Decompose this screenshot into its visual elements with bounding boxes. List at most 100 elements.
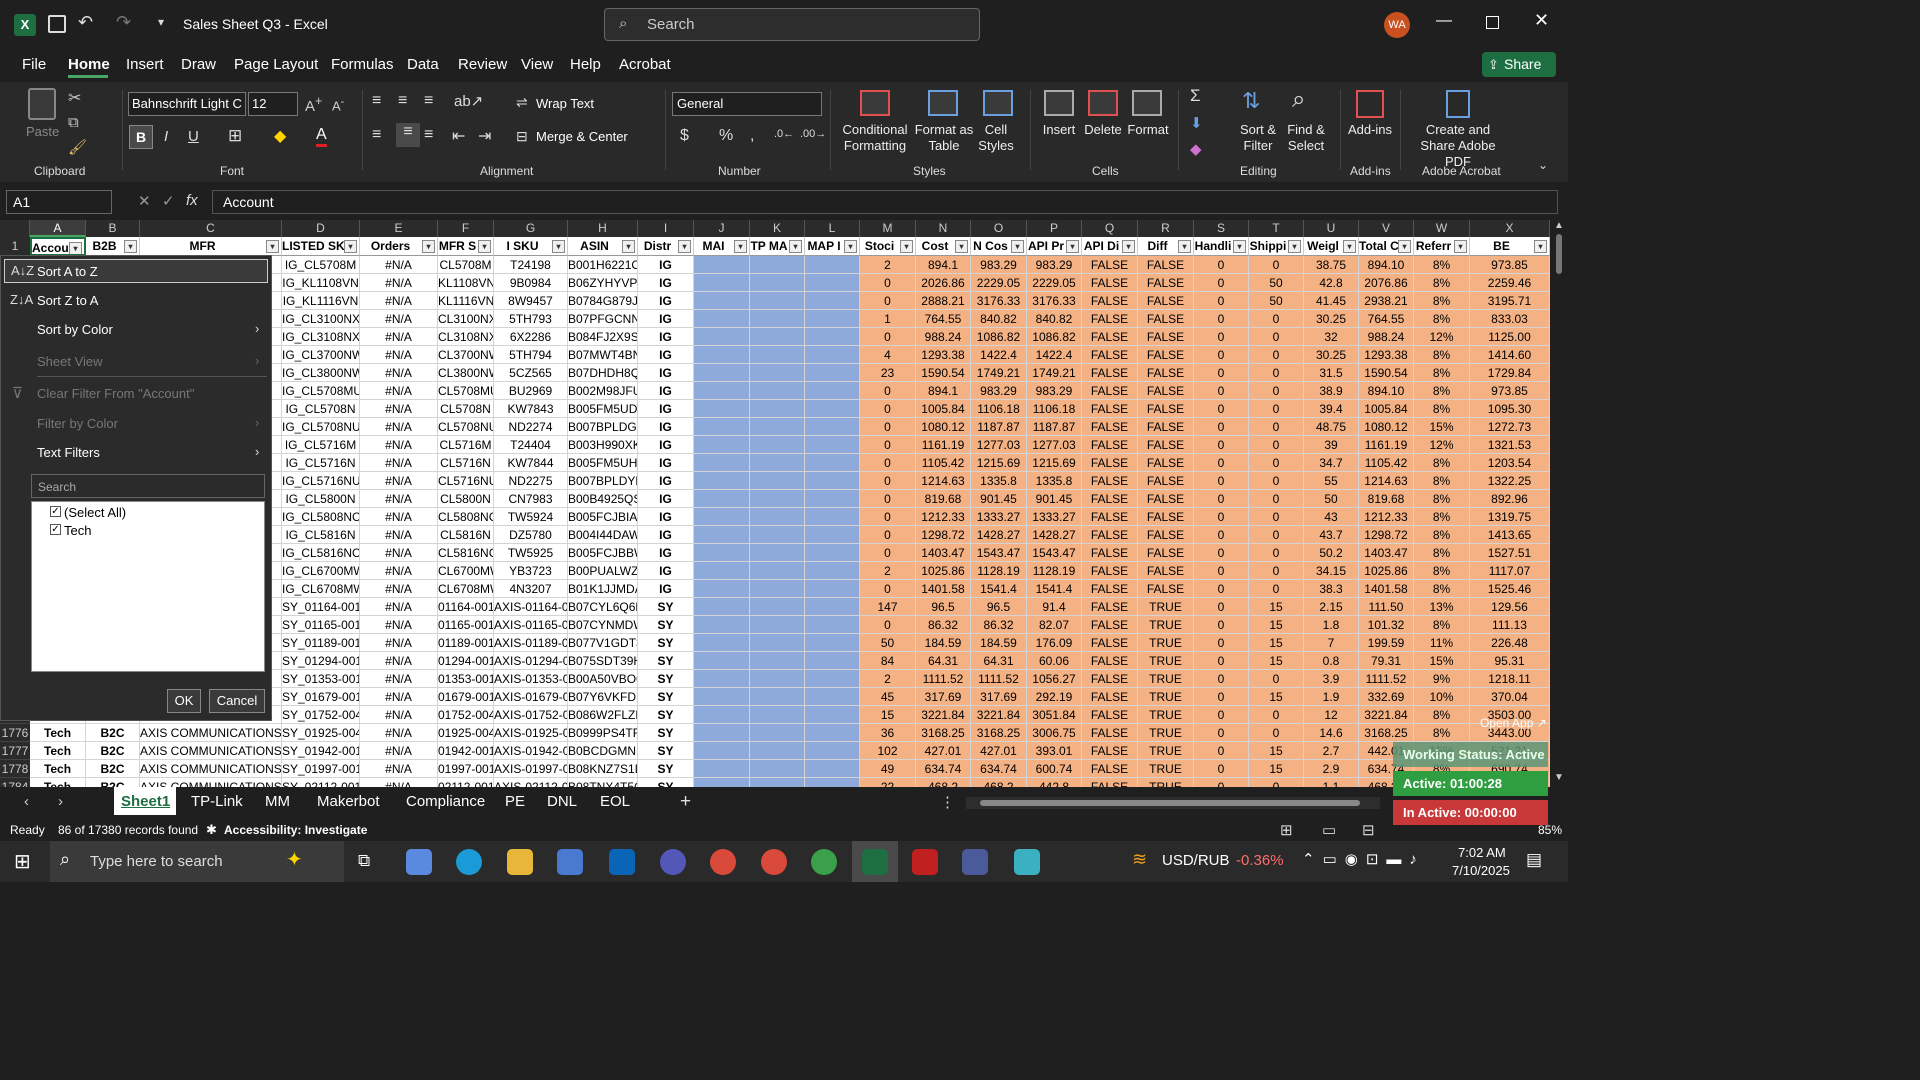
filter-dropdown-icon[interactable]: ▾ [1288,240,1301,253]
table-cell[interactable]: B005FCJBIA [568,508,638,526]
table-cell[interactable]: 39.4 [1304,400,1359,418]
table-cell[interactable]: FALSE [1082,508,1138,526]
table-cell[interactable]: 0 [860,274,916,292]
table-cell[interactable]: 0 [1249,526,1304,544]
select-all-corner[interactable] [0,220,30,237]
table-cell[interactable]: 79.31 [1359,652,1414,670]
table-cell[interactable]: FALSE [1082,472,1138,490]
table-cell[interactable]: 2026.86 [916,274,971,292]
table-cell[interactable]: 1086.82 [971,328,1027,346]
table-cell[interactable]: 1333.27 [971,508,1027,526]
chrome-icon-2[interactable] [761,849,787,875]
align-left-icon[interactable]: ≡ [372,126,381,144]
table-cell[interactable]: IG [638,580,694,598]
table-cell[interactable]: 15 [1249,598,1304,616]
table-cell[interactable]: AXIS-01164-001 [494,598,568,616]
sort-by-color-item[interactable]: Sort by Color [37,322,113,337]
table-header-cell[interactable]: Distr ▾ [638,237,694,256]
table-cell[interactable]: 0 [1194,400,1249,418]
percent-icon[interactable]: % [719,127,733,145]
table-cell[interactable]: #N/A [360,454,438,472]
table-cell[interactable]: #N/A [360,328,438,346]
table-cell[interactable]: FALSE [1082,688,1138,706]
table-cell[interactable]: 1128.19 [971,562,1027,580]
table-cell[interactable]: 8% [1414,562,1470,580]
table-cell[interactable]: 0 [1194,652,1249,670]
table-cell[interactable] [694,328,750,346]
table-cell[interactable]: CL5708M [438,256,494,274]
filter-dropdown-icon[interactable]: ▾ [1534,240,1547,253]
table-cell[interactable]: 1187.87 [971,418,1027,436]
table-cell[interactable]: 38.75 [1304,256,1359,274]
table-cell[interactable]: 0 [860,292,916,310]
add-sheet-icon[interactable]: + [680,791,691,813]
table-cell[interactable]: 0 [860,382,916,400]
conditional-formatting-button[interactable]: Conditional Formatting [838,122,912,154]
table-cell[interactable]: 1335.8 [1027,472,1082,490]
column-header[interactable]: B [86,220,140,237]
table-cell[interactable]: 393.01 [1027,742,1082,760]
table-cell[interactable]: ND2274 [494,418,568,436]
table-cell[interactable]: SY_01925-004 [282,724,360,742]
table-cell[interactable]: 894.1 [916,256,971,274]
table-cell[interactable]: 12% [1414,328,1470,346]
table-cell[interactable]: 9B0984 [494,274,568,292]
table-cell[interactable]: 1293.38 [1359,346,1414,364]
table-cell[interactable]: 96.5 [916,598,971,616]
table-cell[interactable]: 0 [1249,580,1304,598]
table-cell[interactable]: 1214.63 [1359,472,1414,490]
table-cell[interactable]: 1125.00 [1470,328,1550,346]
table-cell[interactable]: FALSE [1082,526,1138,544]
table-cell[interactable]: #N/A [360,544,438,562]
text-filters-item[interactable]: Text Filters [37,445,100,460]
table-cell[interactable]: 41.45 [1304,292,1359,310]
table-cell[interactable]: AXIS COMMUNICATIONS [140,778,282,787]
select-all-checkbox[interactable]: ✓ [50,506,61,517]
table-cell[interactable]: 1111.52 [916,670,971,688]
table-cell[interactable]: FALSE [1082,562,1138,580]
filter-dropdown-icon[interactable]: ▾ [1178,240,1191,253]
table-cell[interactable]: 01679-001 [438,688,494,706]
table-cell[interactable] [805,562,860,580]
table-cell[interactable]: FALSE [1138,382,1194,400]
table-cell[interactable]: 0 [1194,310,1249,328]
next-sheet-icon[interactable]: › [58,793,63,810]
table-cell[interactable]: 427.01 [916,742,971,760]
table-cell[interactable]: SY_01942-001 [282,742,360,760]
table-cell[interactable]: CL5716M [438,436,494,454]
table-cell[interactable]: 0 [1249,364,1304,382]
table-cell[interactable]: 184.59 [971,634,1027,652]
table-cell[interactable]: 1729.84 [1470,364,1550,382]
table-cell[interactable]: 10% [1414,688,1470,706]
outlook-icon[interactable] [609,849,635,875]
table-cell[interactable]: B00A50VBOO [568,670,638,688]
table-cell[interactable]: 0 [860,454,916,472]
table-header-cell[interactable]: BE ▾ [1470,237,1550,256]
filezilla-icon[interactable] [912,849,938,875]
table-cell[interactable]: CL5716NUKIT [438,472,494,490]
table-cell[interactable]: 2 [860,562,916,580]
filter-dropdown-icon[interactable]: ▾ [1343,240,1356,253]
table-cell[interactable]: FALSE [1082,436,1138,454]
row-number[interactable]: 1 [0,237,30,256]
table-cell[interactable]: 45 [860,688,916,706]
table-cell[interactable]: 1105.42 [1359,454,1414,472]
table-cell[interactable] [694,778,750,787]
task-view-icon[interactable]: ⧉ [358,851,370,871]
table-cell[interactable]: 332.69 [1359,688,1414,706]
table-cell[interactable] [694,364,750,382]
table-cell[interactable]: IG [638,526,694,544]
table-cell[interactable]: #N/A [360,688,438,706]
table-cell[interactable]: T24198 [494,256,568,274]
table-cell[interactable]: 8% [1414,472,1470,490]
table-cell[interactable]: 64.31 [971,652,1027,670]
font-name-select[interactable]: Bahnschrift Light C [128,92,246,116]
table-cell[interactable] [805,616,860,634]
table-cell[interactable]: 30.25 [1304,346,1359,364]
table-cell[interactable] [750,490,805,508]
table-cell[interactable]: TW5925 [494,544,568,562]
table-cell[interactable]: IG_CL5808NCKIT [282,508,360,526]
table-cell[interactable]: B07Y6VKFDP [568,688,638,706]
table-header-cell[interactable]: I SKU ▾ [494,237,568,256]
scroll-up-icon[interactable]: ▲ [1554,220,1564,231]
